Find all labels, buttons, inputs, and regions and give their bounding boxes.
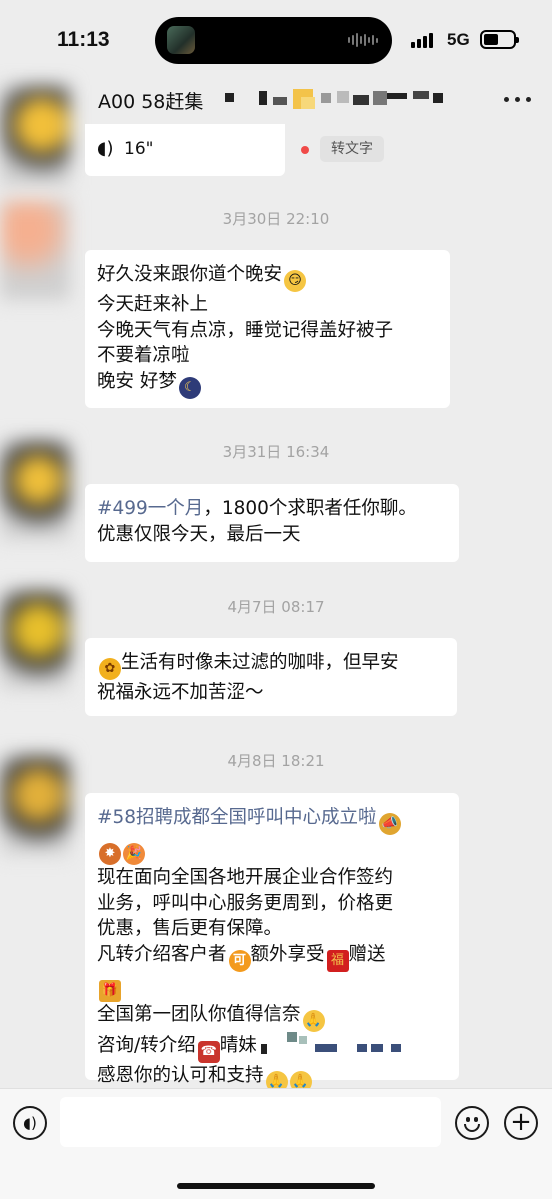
- timestamp: 3月30日 22:10: [222, 210, 330, 228]
- gift-emoji-icon: 🎁: [99, 979, 121, 1002]
- redacted-title-mosaic: [225, 89, 455, 109]
- battery-icon: [480, 30, 519, 49]
- moon-emoji-icon: ☾: [178, 376, 201, 399]
- megaphone-emoji-icon: 📣: [378, 813, 401, 835]
- message-input[interactable]: [60, 1097, 441, 1147]
- voice-wave-icon: ◖): [97, 138, 114, 159]
- message-line: 祝福永远不加苦涩～: [97, 682, 264, 703]
- hashtag-link[interactable]: #499一个月: [97, 498, 203, 519]
- message-line: 感恩你的认可和支持: [97, 1064, 264, 1086]
- more-icon[interactable]: [504, 97, 531, 102]
- emoji-icon[interactable]: [455, 1106, 489, 1140]
- message-bubble[interactable]: #499一个月，1800个求职者任你聊。 优惠仅限今天，最后一天: [85, 484, 459, 562]
- sunflower-emoji-icon: ✿: [99, 658, 121, 680]
- message-line: 晚安 好梦: [97, 370, 177, 392]
- message-line: 业务，呼叫中心服务更周到，价格更: [97, 892, 394, 914]
- phone-emoji-icon: ☎: [197, 1040, 220, 1063]
- timestamp: 4月7日 08:17: [227, 598, 325, 616]
- message-line: 不要着凉啦: [97, 345, 190, 366]
- message-line: 现在面向全国各地开展企业合作签约: [97, 867, 394, 888]
- message-bubble[interactable]: ✿ 生活有时像未过滤的咖啡，但早安 祝福永远不加苦涩～: [85, 638, 457, 716]
- message-line: ，1800个求职者任你聊。: [203, 498, 417, 519]
- ke-emoji-icon: 可: [228, 949, 251, 972]
- redacted-contact-mosaic: [257, 1031, 407, 1056]
- dynamic-island[interactable]: [155, 17, 392, 64]
- message-line: 全国第一团队你值得信奈: [97, 1003, 301, 1025]
- message-line: 优惠仅限今天，最后一天: [97, 523, 301, 545]
- message-line: 今晚天气有点凉，睡觉记得盖好被子: [97, 319, 394, 341]
- message-line: 优惠，售后更有保障。: [97, 918, 283, 939]
- voice-message-bubble[interactable]: ◖) 16": [85, 124, 285, 176]
- hashtag-link[interactable]: #58招聘成都全国呼叫中心成立啦: [97, 807, 377, 828]
- fireworks-emoji-icon: ✸: [99, 843, 121, 865]
- party-popper-emoji-icon: 🎉: [123, 843, 145, 865]
- network-type: 5G: [447, 30, 470, 49]
- message-line: 咨询/转介绍: [97, 1034, 196, 1056]
- status-bar: 11:13 5G: [0, 0, 552, 80]
- message-line: 凡转介绍客户者: [97, 943, 227, 965]
- home-indicator[interactable]: [177, 1183, 375, 1189]
- plus-icon[interactable]: +: [504, 1106, 538, 1140]
- now-playing-thumbnail: [167, 26, 195, 54]
- chat-header: A00 58赶集: [0, 80, 552, 120]
- timestamp: 4月8日 18:21: [227, 752, 325, 770]
- message-line: 好久没来跟你道个晚安: [97, 264, 283, 285]
- message-line: 生活有时像未过滤的咖啡，但早安: [121, 652, 399, 673]
- smirk-emoji-icon: 😏: [284, 270, 307, 292]
- avatar[interactable]: [0, 85, 70, 185]
- message-line: 晴妹: [219, 1034, 257, 1056]
- timestamp: 3月31日 16:34: [222, 443, 330, 461]
- message-bubble[interactable]: 好久没来跟你道个晚安 😏 今天赶来补上 今晚天气有点凉，睡觉记得盖好被子 不要着凉…: [85, 250, 450, 408]
- voice-input-icon[interactable]: ◖): [13, 1106, 47, 1140]
- message-line: 赠送: [348, 943, 386, 965]
- chat-title[interactable]: A00 58赶集: [98, 87, 203, 114]
- message-line: 额外享受: [250, 943, 325, 965]
- transcribe-button[interactable]: 转文字: [320, 136, 384, 162]
- red-envelope-emoji-icon: 福: [326, 949, 349, 972]
- audio-wave-icon: [348, 31, 378, 49]
- cellular-signal-icon: [411, 32, 433, 48]
- voice-duration: 16": [124, 139, 154, 159]
- unread-dot: [301, 146, 309, 154]
- message-line: 今天赶来补上: [97, 294, 209, 315]
- pray-emoji-icon: 🙏: [302, 1009, 325, 1032]
- status-time: 11:13: [57, 28, 110, 51]
- message-bubble[interactable]: #58招聘成都全国呼叫中心成立啦 📣 ✸ 🎉 现在面向全国各地开展企业合作签约 业务…: [85, 793, 459, 1093]
